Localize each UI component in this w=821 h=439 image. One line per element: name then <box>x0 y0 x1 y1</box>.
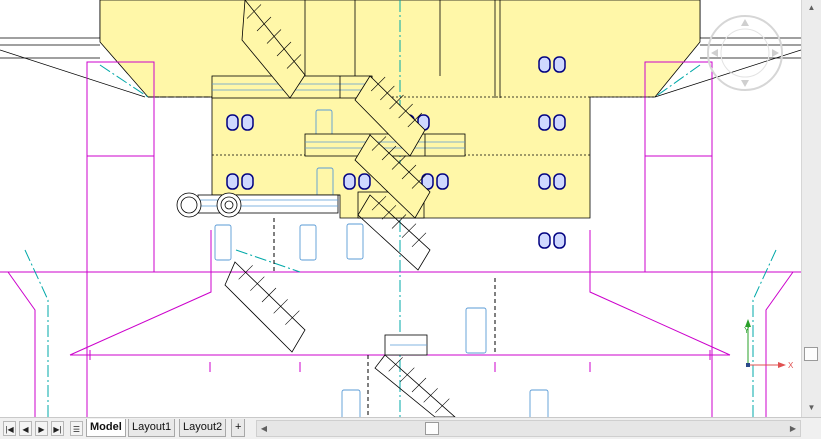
light-fixture-icon <box>226 173 239 190</box>
scroll-left-arrow-icon[interactable]: ◀ <box>257 421 271 436</box>
light-fixture-icon <box>343 173 356 190</box>
scroll-right-arrow-icon[interactable]: ▶ <box>786 421 800 436</box>
scroll-down-arrow-icon[interactable]: ▼ <box>802 400 821 416</box>
ucs-x-label: X <box>788 361 794 370</box>
light-fixture-icon <box>241 114 254 131</box>
horizontal-scrollbar[interactable]: ◀ ▶ <box>256 420 801 437</box>
tab-list-icon[interactable]: ☰ <box>70 421 83 436</box>
previous-tab-icon[interactable]: ◀ <box>19 421 32 436</box>
model-space-canvas[interactable]: Y X <box>0 0 801 417</box>
last-tab-icon[interactable]: ▶| <box>51 421 64 436</box>
light-fixture-icon <box>553 56 566 73</box>
layout-tab-bar: |◀ ◀ ▶ ▶| ☰ Model Layout1 Layout2 + ◀ ▶ <box>0 417 821 439</box>
light-fixture-icon <box>538 173 551 190</box>
vertical-scroll-thumb[interactable] <box>804 347 818 361</box>
duct-fitting <box>176 192 339 218</box>
next-tab-icon[interactable]: ▶ <box>35 421 48 436</box>
first-tab-icon[interactable]: |◀ <box>3 421 16 436</box>
tab-model[interactable]: Model <box>86 419 126 437</box>
light-fixture-icon <box>226 114 239 131</box>
tab-layout1[interactable]: Layout1 <box>128 419 176 437</box>
light-fixture-icon <box>538 232 551 249</box>
vertical-scrollbar[interactable]: ▲ ▼ <box>801 0 821 417</box>
light-fixture-icon <box>553 232 566 249</box>
add-layout-button[interactable]: + <box>231 419 246 437</box>
light-fixture-icon <box>553 173 566 190</box>
light-fixture-icon <box>538 114 551 131</box>
ucs-icon: Y X <box>744 319 794 370</box>
scroll-up-arrow-icon[interactable]: ▲ <box>802 0 821 16</box>
horizontal-scroll-thumb[interactable] <box>425 422 439 435</box>
light-fixture-icon <box>553 114 566 131</box>
light-fixture-icon <box>538 56 551 73</box>
light-fixture-icon <box>241 173 254 190</box>
tab-layout2[interactable]: Layout2 <box>179 419 227 437</box>
light-fixture-icon <box>436 173 449 190</box>
floor-plan-drawing: Y X <box>0 0 801 417</box>
light-fixture-icon <box>358 173 371 190</box>
ucs-y-label: Y <box>744 326 750 335</box>
